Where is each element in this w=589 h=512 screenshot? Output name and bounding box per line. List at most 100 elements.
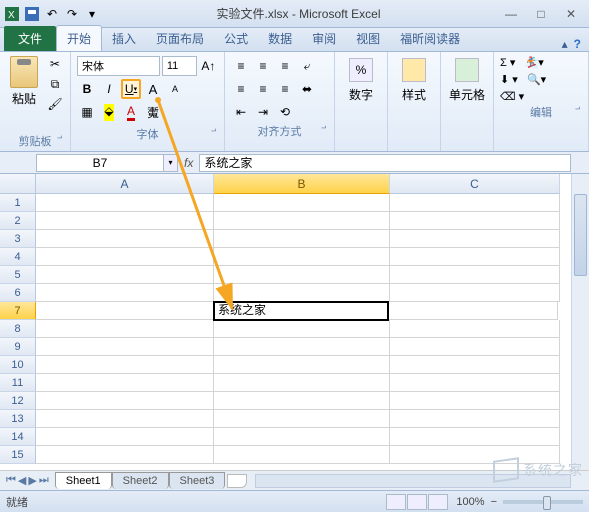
sheet-tab-2[interactable]: Sheet2 bbox=[112, 472, 169, 489]
align-left-button[interactable]: ≡ bbox=[231, 79, 251, 99]
close-button[interactable]: ✕ bbox=[563, 6, 579, 22]
underline-button[interactable]: U▾ bbox=[121, 79, 141, 99]
cell[interactable] bbox=[36, 446, 214, 464]
cell[interactable] bbox=[214, 248, 390, 266]
cell[interactable] bbox=[36, 410, 214, 428]
zoom-out-button[interactable]: − bbox=[491, 496, 497, 508]
sheet-tab-1[interactable]: Sheet1 bbox=[55, 472, 112, 489]
view-layout-button[interactable] bbox=[407, 494, 427, 510]
save-icon[interactable] bbox=[24, 6, 40, 22]
cell[interactable] bbox=[390, 284, 560, 302]
tab-insert[interactable]: 插入 bbox=[102, 26, 146, 51]
cell[interactable] bbox=[214, 374, 390, 392]
align-center-button[interactable]: ≡ bbox=[253, 79, 273, 99]
cell[interactable] bbox=[388, 302, 558, 320]
row-header[interactable]: 5 bbox=[0, 266, 36, 284]
column-header[interactable]: A bbox=[36, 174, 214, 194]
orientation-button[interactable]: ⟲ bbox=[275, 102, 295, 122]
cell[interactable] bbox=[390, 212, 560, 230]
cell[interactable] bbox=[214, 410, 390, 428]
row-header[interactable]: 4 bbox=[0, 248, 36, 266]
tab-foxit[interactable]: 福昕阅读器 bbox=[390, 26, 470, 51]
cell[interactable] bbox=[36, 320, 214, 338]
maximize-button[interactable]: □ bbox=[533, 6, 549, 22]
cell[interactable] bbox=[214, 284, 390, 302]
sheet-nav-next[interactable]: ▶ bbox=[28, 474, 36, 487]
decrease-indent-button[interactable]: ⇤ bbox=[231, 102, 251, 122]
cell[interactable] bbox=[214, 266, 390, 284]
cell[interactable] bbox=[36, 284, 214, 302]
view-pagebreak-button[interactable] bbox=[428, 494, 448, 510]
tab-layout[interactable]: 页面布局 bbox=[146, 26, 214, 51]
cell[interactable] bbox=[390, 356, 560, 374]
cell[interactable] bbox=[390, 392, 560, 410]
name-box-dropdown[interactable]: ▾ bbox=[164, 154, 178, 172]
cell[interactable] bbox=[36, 356, 214, 374]
view-normal-button[interactable] bbox=[386, 494, 406, 510]
cell[interactable] bbox=[36, 428, 214, 446]
autosum-button[interactable]: Σ ▾ 🏂▾ bbox=[500, 56, 582, 69]
select-all-corner[interactable] bbox=[0, 174, 36, 194]
cell[interactable] bbox=[214, 320, 390, 338]
vertical-scrollbar[interactable] bbox=[571, 174, 589, 470]
cell[interactable] bbox=[36, 266, 214, 284]
phonetic-button[interactable]: 魙 bbox=[143, 102, 163, 122]
align-top-button[interactable]: ≡ bbox=[231, 56, 251, 76]
row-header[interactable]: 14 bbox=[0, 428, 36, 446]
format-painter-button[interactable]: 🖌 bbox=[46, 96, 64, 112]
sheet-tab-3[interactable]: Sheet3 bbox=[169, 472, 226, 489]
formula-input[interactable]: 系统之家 bbox=[199, 154, 571, 172]
cell[interactable] bbox=[390, 428, 560, 446]
align-bottom-button[interactable]: ≡ bbox=[275, 56, 295, 76]
cell[interactable] bbox=[390, 338, 560, 356]
fx-icon[interactable]: fx bbox=[184, 156, 193, 170]
cell[interactable] bbox=[214, 446, 390, 464]
cell[interactable] bbox=[36, 212, 214, 230]
row-header[interactable]: 3 bbox=[0, 230, 36, 248]
align-middle-button[interactable]: ≡ bbox=[253, 56, 273, 76]
cell[interactable] bbox=[390, 194, 560, 212]
cell[interactable] bbox=[390, 320, 560, 338]
bold-button[interactable]: B bbox=[77, 79, 97, 99]
copy-button[interactable]: ⧉ bbox=[46, 76, 64, 92]
fill-color-button[interactable]: ⬙ bbox=[99, 102, 119, 122]
wrap-text-button[interactable]: ⤶ bbox=[297, 56, 317, 76]
styles-button[interactable]: 样式 bbox=[394, 56, 434, 105]
row-header[interactable]: 10 bbox=[0, 356, 36, 374]
minimize-button[interactable]: — bbox=[503, 6, 519, 22]
tab-view[interactable]: 视图 bbox=[346, 26, 390, 51]
cell[interactable] bbox=[36, 230, 214, 248]
zoom-slider[interactable] bbox=[503, 500, 583, 504]
cell[interactable] bbox=[214, 392, 390, 410]
qat-dropdown-icon[interactable]: ▾ bbox=[84, 6, 100, 22]
cell[interactable] bbox=[390, 230, 560, 248]
tab-formulas[interactable]: 公式 bbox=[214, 26, 258, 51]
cell[interactable] bbox=[214, 338, 390, 356]
help-icon[interactable]: ? bbox=[574, 37, 581, 51]
paste-button[interactable]: 粘贴 bbox=[6, 56, 42, 132]
clear-button[interactable]: ⌫ ▾ bbox=[500, 90, 582, 103]
increase-indent-button[interactable]: ⇥ bbox=[253, 102, 273, 122]
row-header[interactable]: 8 bbox=[0, 320, 36, 338]
cell[interactable]: 系统之家 bbox=[213, 301, 389, 321]
sheet-nav-last[interactable]: ⏭ bbox=[39, 474, 49, 487]
name-box[interactable]: B7 bbox=[36, 154, 164, 172]
cell[interactable] bbox=[214, 428, 390, 446]
cell[interactable] bbox=[36, 374, 214, 392]
tab-file[interactable]: 文件 bbox=[4, 26, 56, 51]
cell[interactable] bbox=[36, 302, 214, 320]
row-header[interactable]: 1 bbox=[0, 194, 36, 212]
italic-button[interactable]: I bbox=[99, 79, 119, 99]
cell[interactable] bbox=[390, 248, 560, 266]
font-color-button[interactable]: A bbox=[121, 102, 141, 122]
row-header[interactable]: 7 bbox=[0, 302, 36, 320]
sheet-nav-first[interactable]: ⏮ bbox=[6, 474, 16, 487]
tab-home[interactable]: 开始 bbox=[56, 25, 102, 51]
fill-button[interactable]: ⬇ ▾ 🔍▾ bbox=[500, 73, 582, 86]
sheet-nav-prev[interactable]: ◀ bbox=[18, 474, 26, 487]
cell[interactable] bbox=[214, 356, 390, 374]
cell[interactable] bbox=[36, 338, 214, 356]
decrease-font-icon[interactable]: A bbox=[165, 79, 185, 99]
column-header[interactable]: B bbox=[214, 174, 390, 194]
increase-font-icon[interactable]: A bbox=[143, 79, 163, 99]
